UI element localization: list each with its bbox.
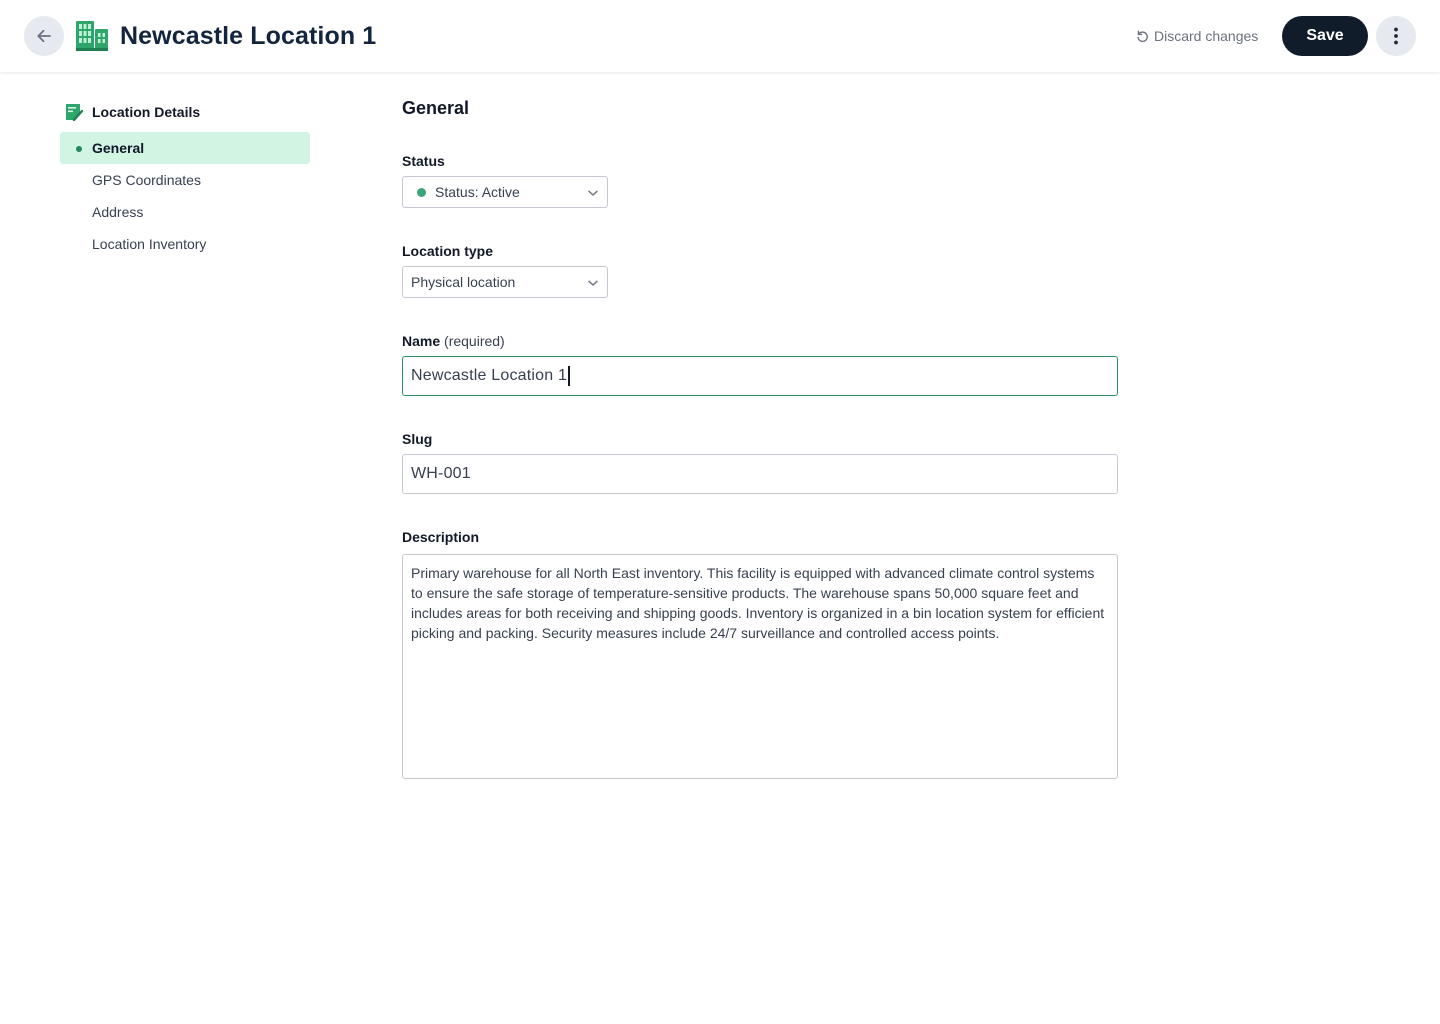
location-type-value: Physical location: [411, 274, 516, 290]
sidebar-item-address[interactable]: Address: [60, 196, 310, 228]
save-button[interactable]: Save: [1282, 16, 1368, 56]
section-nav-list: General GPS Coordinates Address Location…: [60, 132, 310, 260]
name-label-text: Name: [402, 333, 441, 349]
name-input[interactable]: Newcastle Location 1: [402, 356, 1118, 396]
more-options-button[interactable]: [1376, 16, 1416, 56]
arrow-left-icon: [37, 29, 51, 43]
sidebar-item-label: Address: [92, 204, 144, 220]
building-icon: [76, 21, 108, 51]
status-select[interactable]: Status: Active: [402, 176, 608, 208]
description-textarea[interactable]: Primary warehouse for all North East inv…: [402, 554, 1118, 779]
location-type-label: Location type: [402, 243, 494, 259]
back-button[interactable]: [24, 16, 64, 56]
undo-icon: [1137, 30, 1148, 42]
slug-input-value: WH-001: [411, 465, 471, 482]
section-title: General: [402, 98, 470, 118]
chevron-down-icon: [588, 190, 598, 196]
name-input-value: Newcastle Location 1: [411, 367, 568, 384]
form-icon: [66, 104, 84, 122]
section-nav-heading-label: Location Details: [92, 104, 201, 120]
status-label: Status: [402, 153, 445, 169]
chevron-down-icon: [588, 280, 598, 286]
status-value: Status: Active: [435, 184, 520, 200]
slug-input[interactable]: WH-001: [402, 454, 1118, 494]
sidebar-item-label: General: [92, 140, 145, 156]
sidebar-item-label: Location Inventory: [92, 236, 207, 252]
discard-changes-button[interactable]: Discard changes: [1136, 24, 1258, 48]
name-label: Name (required): [402, 332, 1118, 350]
sidebar-item-label: GPS Coordinates: [92, 172, 201, 188]
section-navigation: Location Details General GPS Coordinates…: [60, 100, 310, 260]
top-bar: Newcastle Location 1 Discard changes Sav…: [0, 0, 1440, 72]
status-indicator: [417, 187, 426, 197]
description-label: Description: [402, 529, 480, 545]
active-indicator: [76, 146, 82, 152]
discard-changes-label: Discard changes: [1154, 28, 1259, 44]
sidebar-item-location-inventory[interactable]: Location Inventory: [60, 228, 310, 260]
text-caret: [568, 366, 570, 386]
section-nav-heading: Location Details: [60, 100, 310, 124]
more-vertical-icon: [1394, 27, 1398, 45]
required-hint: (required): [444, 333, 505, 349]
sidebar-item-general[interactable]: General: [60, 132, 310, 164]
page-title: Newcastle Location 1: [120, 22, 377, 50]
location-type-select[interactable]: Physical location: [402, 266, 608, 298]
general-form: General Status Status: Active Location t…: [402, 96, 1118, 779]
slug-label: Slug: [402, 431, 433, 447]
sidebar-item-gps-coordinates[interactable]: GPS Coordinates: [60, 164, 310, 196]
